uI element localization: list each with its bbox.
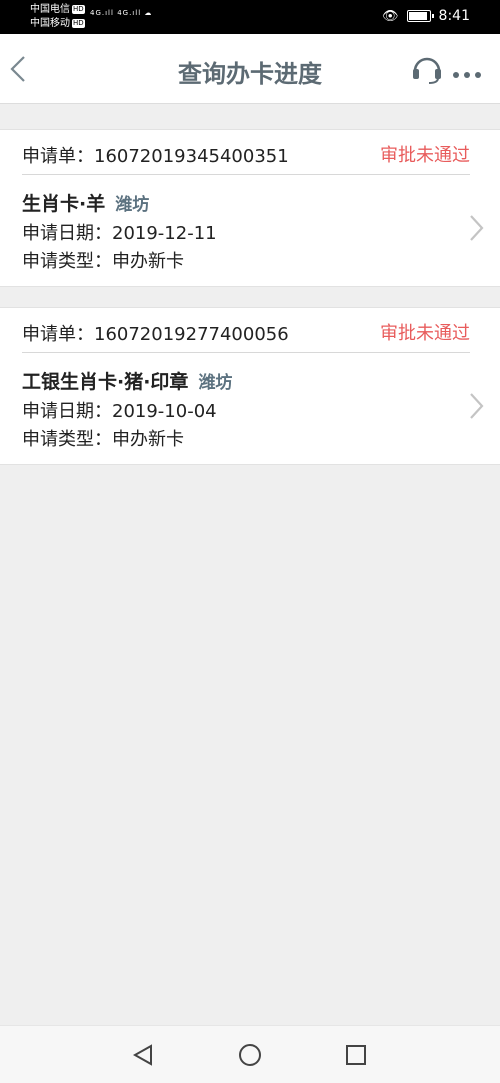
hd-badge: HD (72, 19, 85, 28)
card-name-row: 工银生肖卡·猪·印章 潍坊 (22, 367, 232, 394)
chevron-right-icon (470, 393, 484, 419)
application-number: 申请单：16072019277400056 (22, 324, 289, 345)
card-header: 申请单：16072019277400056 审批未通过 (22, 308, 470, 353)
application-type: 申请类型：申办新卡 (22, 429, 184, 450)
cloud-icon: ☁ (144, 9, 153, 17)
more-icon (453, 72, 481, 78)
hd-badge: HD (72, 5, 85, 14)
headset-icon (413, 57, 441, 84)
application-date: 申请日期：2019-12-11 (22, 223, 217, 244)
card-name: 工银生肖卡·猪·印章 (22, 371, 189, 393)
application-number: 申请单：16072019345400351 (22, 146, 289, 167)
more-button[interactable] (452, 64, 482, 83)
card-header: 申请单：16072019345400351 审批未通过 (22, 130, 470, 175)
status-badge: 审批未通过 (380, 323, 470, 344)
status-badge: 审批未通过 (380, 145, 470, 166)
card-name: 生肖卡·羊 (22, 193, 106, 215)
signal-icon: 4G.ıll 4G.ıll ☁ (90, 9, 153, 17)
card-city: 潍坊 (115, 195, 150, 215)
clock: 8:41 (438, 8, 470, 24)
carrier-1: 中国电信 (30, 4, 70, 15)
application-date: 申请日期：2019-10-04 (22, 401, 217, 422)
recents-nav-button[interactable] (344, 1043, 368, 1067)
network-type: 4G (117, 9, 130, 17)
carrier-2: 中国移动 (30, 18, 70, 29)
chevron-right-icon (470, 215, 484, 241)
card-name-row: 生肖卡·羊 潍坊 (22, 189, 149, 216)
application-card[interactable]: 申请单：16072019345400351 审批未通过 生肖卡·羊 潍坊 申请日期… (0, 129, 500, 287)
network-type: 4G (90, 9, 102, 17)
customer-service-button[interactable] (411, 54, 443, 88)
eye-icon: 👁 (382, 8, 399, 24)
nav-bar: 查询办卡进度 (0, 34, 500, 104)
system-nav-bar (0, 1025, 500, 1083)
card-city: 潍坊 (198, 373, 233, 393)
back-nav-button[interactable] (131, 1043, 155, 1067)
carrier-info: 中国电信 HD 中国移动 HD (30, 3, 85, 31)
application-type: 申请类型：申办新卡 (22, 251, 184, 272)
home-nav-button[interactable] (238, 1043, 262, 1067)
status-bar: 中国电信 HD 中国移动 HD 4G.ıll 4G.ıll ☁ 👁 8:41 (0, 0, 500, 34)
application-card[interactable]: 申请单：16072019277400056 审批未通过 工银生肖卡·猪·印章 潍坊… (0, 307, 500, 465)
battery-icon (406, 10, 434, 22)
